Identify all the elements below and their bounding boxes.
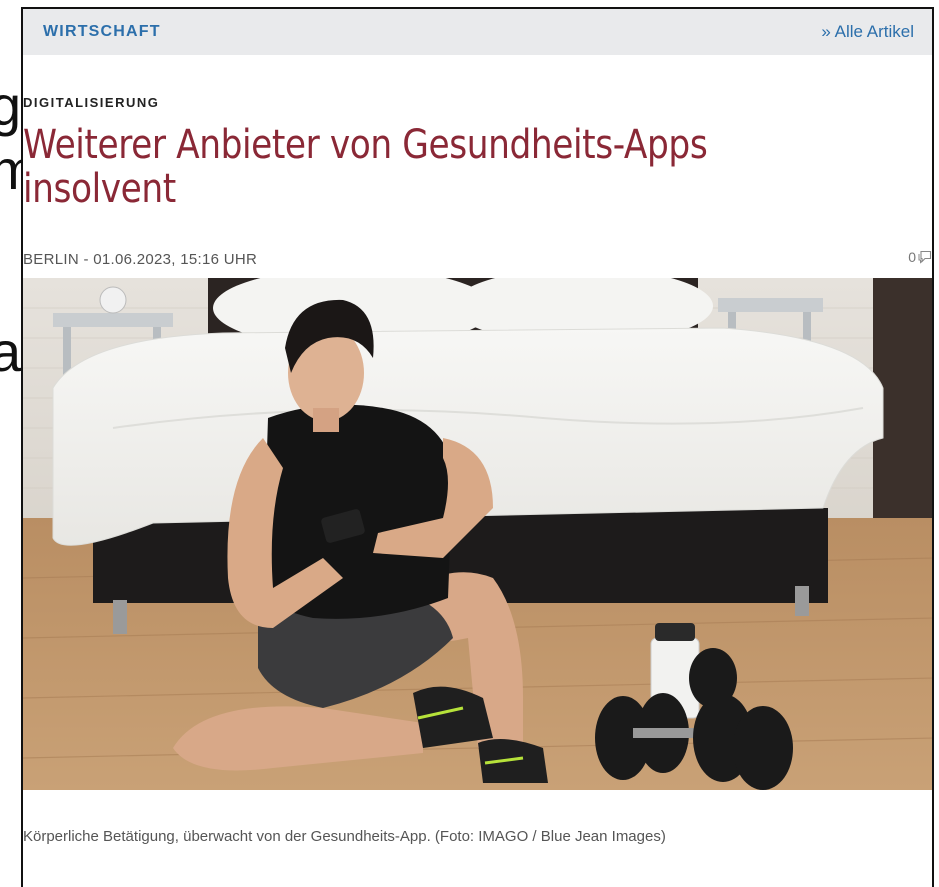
background-text-fragment: a bbox=[0, 320, 22, 383]
article-image[interactable] bbox=[23, 278, 932, 790]
article-meta: BERLIN - 01.06.2023, 15:16 UHR bbox=[23, 251, 258, 268]
image-caption: Körperliche Betätigung, überwacht von de… bbox=[23, 828, 666, 845]
all-articles-link[interactable]: » Alle Artikel bbox=[821, 22, 914, 42]
headline-line-1[interactable]: Weiterer Anbieter von Gesundheits-Apps bbox=[23, 122, 708, 168]
section-label[interactable]: WIRTSCHAFT bbox=[43, 23, 161, 41]
comment-count: 0 bbox=[908, 249, 916, 265]
speech-bubble-icon bbox=[918, 250, 932, 264]
section-header: WIRTSCHAFT » Alle Artikel bbox=[23, 9, 932, 55]
comments-link[interactable]: 0 bbox=[908, 249, 932, 265]
article-kicker: DIGITALISIERUNG bbox=[23, 95, 160, 110]
article-card: WIRTSCHAFT » Alle Artikel DIGITALISIERUN… bbox=[21, 7, 934, 887]
headline-line-2[interactable]: insolvent bbox=[23, 166, 176, 212]
article-headline[interactable]: Weiterer Anbieter von Gesundheits-Apps i… bbox=[23, 123, 780, 211]
